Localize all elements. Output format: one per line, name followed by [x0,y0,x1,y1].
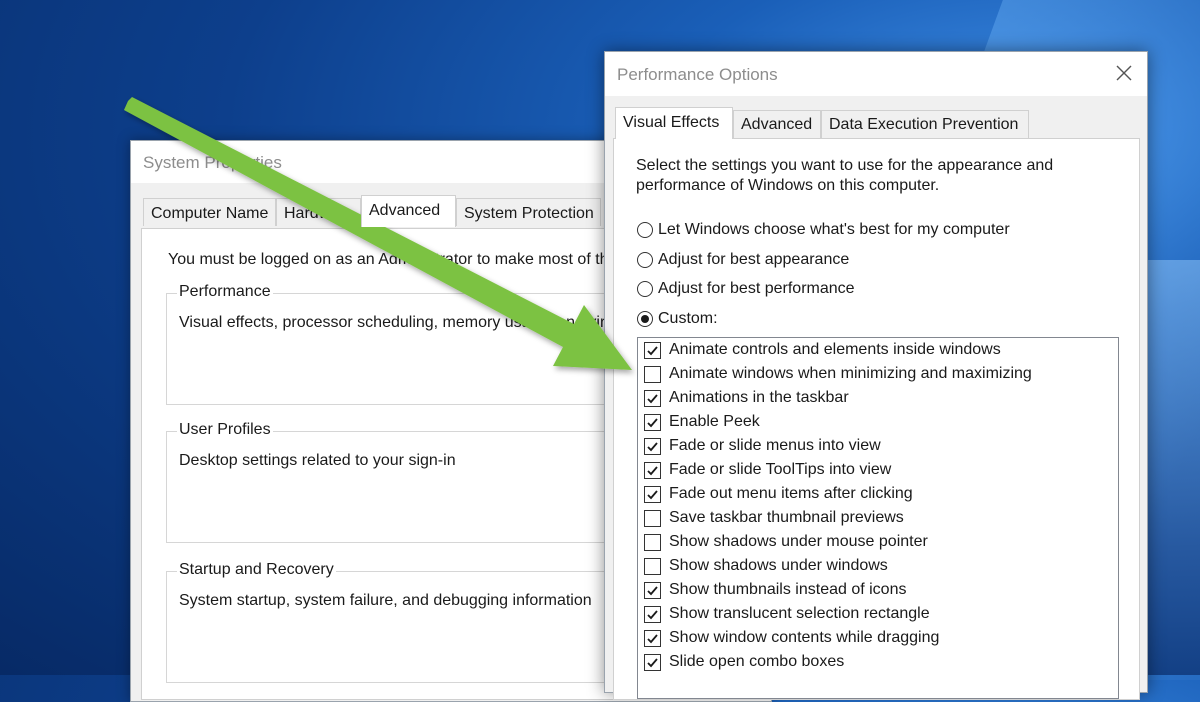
visual-effect-item[interactable]: Animations in the taskbar [644,387,849,409]
checkbox-checked-icon[interactable] [644,581,661,599]
checkbox-checked-icon[interactable] [644,461,661,479]
checkbox-checked-icon[interactable] [644,485,661,503]
radio-button-icon[interactable] [637,252,653,268]
visual-effects-intro: Select the settings you want to use for … [636,157,1054,194]
system-properties-title: System Properties [143,153,282,172]
close-icon[interactable] [1113,62,1135,84]
visual-effect-label: Show thumbnails instead of icons [669,581,907,598]
tab-visual-effects[interactable]: Visual Effects [615,107,733,139]
checkbox-unchecked-icon[interactable] [644,533,661,551]
visual-effect-label: Show translucent selection rectangle [669,605,930,622]
performance-group-description: Visual effects, processor scheduling, me… [179,314,610,331]
visual-effect-label: Animations in the taskbar [669,389,849,406]
radio-label: Custom: [658,310,718,327]
visual-effect-label: Enable Peek [669,413,760,430]
visual-effect-label: Animate controls and elements inside win… [669,341,1001,358]
visual-effect-item[interactable]: Fade out menu items after clicking [644,483,913,505]
visual-effect-label: Slide open combo boxes [669,653,845,670]
checkbox-checked-icon[interactable] [644,413,661,431]
visual-effect-label: Show shadows under windows [669,557,888,574]
performance-group-title: Performance [177,283,273,301]
radio-button-icon[interactable] [637,222,653,238]
tab-advanced[interactable]: Advanced [361,195,456,227]
radio-best-appearance[interactable]: Adjust for best appearance [637,249,849,271]
visual-effect-label: Save taskbar thumbnail previews [669,509,904,526]
checkbox-checked-icon[interactable] [644,341,661,359]
checkbox-unchecked-icon[interactable] [644,557,661,575]
radio-label: Adjust for best performance [658,280,855,297]
visual-effect-item[interactable]: Save taskbar thumbnail previews [644,507,904,529]
performance-options-window: Performance Options Visual Effects Advan… [604,51,1148,700]
checkbox-checked-icon[interactable] [644,437,661,455]
performance-options-titlebar[interactable]: Performance Options [605,52,1147,96]
tab-data-execution-prevention[interactable]: Data Execution Prevention [821,110,1029,138]
visual-effect-label: Fade or slide ToolTips into view [669,461,892,478]
tab-hardware[interactable]: Hardware [276,198,361,226]
visual-effect-label: Show shadows under mouse pointer [669,533,928,550]
checkbox-checked-icon[interactable] [644,653,661,671]
visual-effect-label: Fade or slide menus into view [669,437,881,454]
visual-effect-item[interactable]: Slide open combo boxes [644,651,844,673]
startup-recovery-group-description: System startup, system failure, and debu… [179,592,592,609]
visual-effect-label: Fade out menu items after clicking [669,485,913,502]
visual-effect-item[interactable]: Enable Peek [644,411,760,433]
visual-effect-item[interactable]: Animate controls and elements inside win… [644,339,1001,361]
radio-custom[interactable]: Custom: [637,308,718,330]
checkbox-unchecked-icon[interactable] [644,509,661,527]
visual-effect-item[interactable]: Fade or slide menus into view [644,435,881,457]
visual-effect-item[interactable]: Fade or slide ToolTips into view [644,459,891,481]
performance-options-title: Performance Options [617,65,778,84]
tab-system-protection[interactable]: System Protection [456,198,601,226]
radio-button-icon[interactable] [637,281,653,297]
tab-computer-name[interactable]: Computer Name [143,198,276,226]
radio-label: Adjust for best appearance [658,251,850,268]
user-profiles-group-description: Desktop settings related to your sign-in [179,452,456,469]
admin-note: You must be logged on as an Administrato… [168,251,609,268]
visual-effect-item[interactable]: Show translucent selection rectangle [644,603,930,625]
visual-effect-item[interactable]: Show shadows under windows [644,555,888,577]
checkbox-unchecked-icon[interactable] [644,365,661,383]
checkbox-checked-icon[interactable] [644,629,661,647]
visual-effect-label: Show window contents while dragging [669,629,940,646]
startup-recovery-group-title: Startup and Recovery [177,561,336,579]
user-profiles-group-title: User Profiles [177,421,273,439]
visual-effect-item[interactable]: Show window contents while dragging [644,627,939,649]
visual-effect-item[interactable]: Show thumbnails instead of icons [644,579,906,601]
radio-let-windows-choose[interactable]: Let Windows choose what's best for my co… [637,219,1010,241]
visual-effect-label: Animate windows when minimizing and maxi… [669,365,1032,382]
checkbox-checked-icon[interactable] [644,389,661,407]
radio-label: Let Windows choose what's best for my co… [658,221,1010,238]
visual-effects-list[interactable]: Animate controls and elements inside win… [637,337,1119,699]
radio-button-selected-icon[interactable] [637,311,653,327]
visual-effect-item[interactable]: Animate windows when minimizing and maxi… [644,363,1032,385]
visual-effects-panel: Select the settings you want to use for … [613,138,1140,700]
tab-advanced-perf[interactable]: Advanced [733,110,821,138]
visual-effect-item[interactable]: Show shadows under mouse pointer [644,531,928,553]
radio-best-performance[interactable]: Adjust for best performance [637,278,855,300]
checkbox-checked-icon[interactable] [644,605,661,623]
